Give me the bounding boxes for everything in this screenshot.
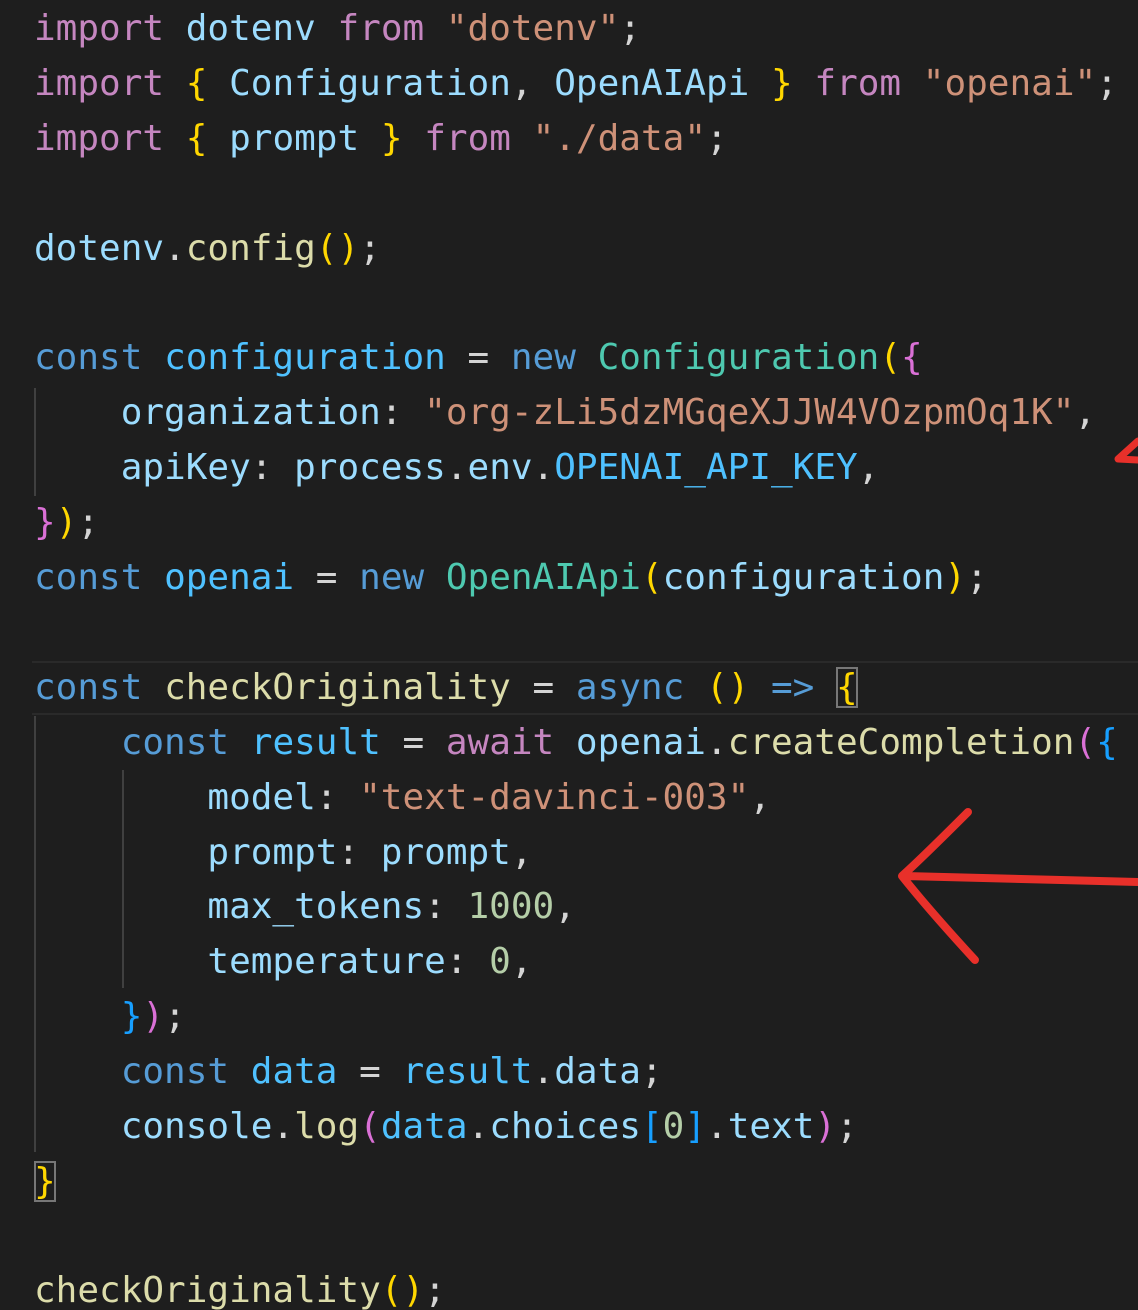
annotation-layer — [898, 437, 1138, 964]
annotation-arrow-middle — [898, 808, 1138, 964]
code-editor[interactable]: import dotenv from "dotenv"; import { Co… — [0, 0, 1138, 1310]
annotation-arrow-top — [1114, 437, 1138, 464]
